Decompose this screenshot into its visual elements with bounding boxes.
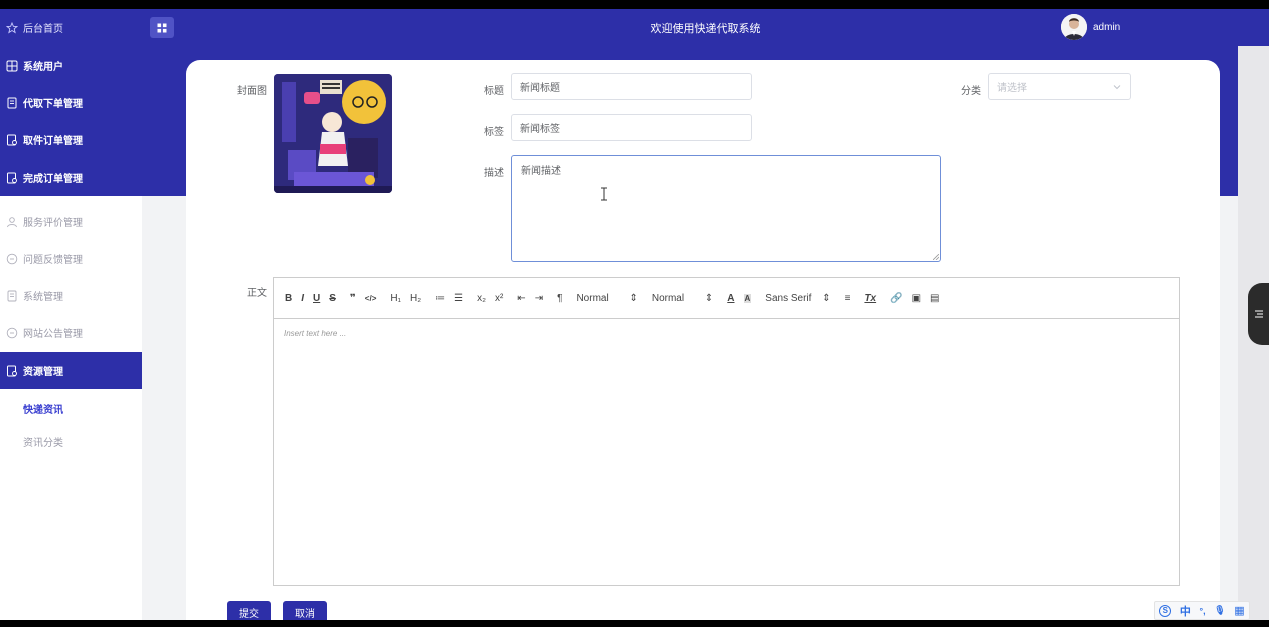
- order-icon: [6, 134, 18, 146]
- sidebar-item-label: 网站公告管理: [23, 329, 83, 340]
- ime-lang-toggle[interactable]: 中: [1180, 603, 1191, 619]
- tag-label: 标签: [484, 127, 504, 138]
- sidebar-item-collect-orders[interactable]: 取件订单管理: [0, 121, 142, 158]
- sidebar-item-completed-orders[interactable]: 完成订单管理: [0, 159, 142, 196]
- sidebar-item-resources[interactable]: 资源管理: [0, 352, 142, 389]
- background-color-button[interactable]: A: [743, 293, 752, 303]
- font-select[interactable]: Sans Serif ⇕: [765, 293, 830, 304]
- align-button[interactable]: ≡: [845, 293, 851, 304]
- editor-placeholder: Insert text here ...: [284, 329, 347, 338]
- sidebar-item-label: 服务评价管理: [23, 218, 83, 229]
- body-label: 正文: [247, 288, 267, 299]
- order-icon: [6, 365, 18, 377]
- sidebar-item-label: 资源管理: [23, 367, 63, 378]
- sidebar-item-announcements[interactable]: 网站公告管理: [0, 314, 142, 351]
- ime-menu-icon[interactable]: ▦: [1234, 604, 1244, 617]
- italic-button[interactable]: I: [301, 293, 304, 304]
- sidebar-item-label: 问题反馈管理: [23, 255, 83, 266]
- ime-toolbar[interactable]: S 中 °, 🎙 ▦: [1154, 601, 1250, 620]
- header2-button[interactable]: H₂: [410, 293, 421, 304]
- outdent-button[interactable]: ⇤: [517, 293, 525, 304]
- title-input[interactable]: 新闻标题: [511, 73, 752, 100]
- grid-icon: [6, 60, 18, 72]
- updown-icon: ⇕: [822, 292, 831, 304]
- video-button[interactable]: ▤: [930, 293, 939, 304]
- link-button[interactable]: 🔗: [890, 293, 902, 304]
- floating-panel-handle[interactable]: [1248, 283, 1269, 345]
- font-color-button[interactable]: A: [727, 293, 734, 304]
- sidebar: 后台首页 系统用户 代取下单管理 取件订单管理 完成订单管理 服务评价管理 问题…: [0, 9, 142, 620]
- cover-illustration: [274, 74, 392, 193]
- star-icon: [6, 21, 18, 34]
- description-textarea[interactable]: 新闻描述: [511, 155, 941, 262]
- editor-toolbar: B I U S ❞ </> H₁ H₂ ≔ ☰ x₂ x² ⇤ ⇥ ¶ Norm…: [274, 278, 1179, 319]
- bullet-list-button[interactable]: ☰: [454, 293, 463, 304]
- chat-icon: [6, 327, 18, 339]
- chevron-down-icon: [1113, 84, 1121, 89]
- image-button[interactable]: ▣: [912, 293, 921, 304]
- chat-icon: [6, 253, 18, 265]
- ime-punctuation-icon[interactable]: °,: [1200, 606, 1206, 616]
- document-icon: [6, 290, 18, 302]
- sidebar-item-label: 后台首页: [23, 24, 63, 35]
- category-label: 分类: [961, 86, 981, 97]
- cover-image[interactable]: [274, 74, 392, 193]
- document-icon: [6, 97, 18, 109]
- ordered-list-button[interactable]: ≔: [435, 293, 445, 304]
- sidebar-item-service-reviews[interactable]: 服务评价管理: [0, 203, 142, 240]
- title-label: 标题: [484, 86, 504, 97]
- strike-button[interactable]: S: [329, 293, 336, 304]
- header1-button[interactable]: H₁: [390, 293, 401, 304]
- text-cursor-icon: [600, 187, 608, 204]
- subscript-button[interactable]: x₂: [477, 293, 486, 304]
- sidebar-item-home[interactable]: 后台首页: [0, 9, 142, 46]
- sidebar-item-label: 代取下单管理: [23, 99, 83, 110]
- ime-voice-icon[interactable]: 🎙: [1214, 605, 1225, 616]
- username[interactable]: admin: [1093, 22, 1120, 33]
- category-placeholder: 请选择: [997, 83, 1027, 94]
- updown-icon: ⇕: [704, 292, 714, 304]
- direction-button[interactable]: ¶: [557, 293, 562, 304]
- user-icon: [6, 216, 18, 228]
- sidebar-item-pickup-orders[interactable]: 代取下单管理: [0, 84, 142, 121]
- updown-icon: ⇕: [629, 292, 638, 304]
- list-collapse-icon: [1254, 310, 1263, 318]
- font-select-value: Sans Serif: [765, 292, 812, 304]
- order-icon: [6, 172, 18, 184]
- resize-handle-icon: [933, 254, 939, 260]
- sidebar-item-feedback[interactable]: 问题反馈管理: [0, 240, 142, 277]
- sidebar-item-system-users[interactable]: 系统用户: [0, 47, 142, 84]
- window-bottom-edge: [0, 620, 1269, 627]
- code-block-button[interactable]: </>: [365, 294, 377, 303]
- avatar[interactable]: [1061, 14, 1087, 40]
- header-select[interactable]: Normal ⇕: [652, 293, 713, 304]
- category-select[interactable]: 请选择: [988, 73, 1131, 100]
- underline-button[interactable]: U: [313, 293, 320, 304]
- window-top-edge: [0, 0, 1269, 9]
- header-select-value: Normal: [651, 292, 685, 304]
- sidebar-subitem-express-news[interactable]: 快递资讯: [23, 401, 63, 416]
- size-select-value: Normal: [576, 292, 609, 304]
- description-text: 新闻描述: [521, 166, 561, 177]
- ime-logo-icon[interactable]: S: [1159, 604, 1172, 617]
- sidebar-item-label: 系统用户: [23, 62, 63, 73]
- superscript-button[interactable]: x²: [495, 293, 503, 304]
- clean-format-button[interactable]: Tx: [864, 293, 876, 304]
- tag-input[interactable]: 新闻标签: [511, 114, 752, 141]
- cover-label: 封面图: [237, 86, 267, 97]
- bold-button[interactable]: B: [285, 293, 292, 304]
- top-header: 欢迎使用快递代取系统 admin: [142, 9, 1269, 46]
- sidebar-subitem-news-category[interactable]: 资讯分类: [23, 434, 63, 449]
- sidebar-item-label: 完成订单管理: [23, 174, 83, 185]
- sidebar-item-label: 取件订单管理: [23, 136, 83, 147]
- rich-text-editor[interactable]: B I U S ❞ </> H₁ H₂ ≔ ☰ x₂ x² ⇤ ⇥ ¶ Norm…: [273, 277, 1180, 586]
- sidebar-item-label: 系统管理: [23, 292, 63, 303]
- blockquote-button[interactable]: ❞: [350, 293, 356, 304]
- news-form-card: 封面图 标题 新闻标题 标签 新闻标签 描述 新闻描述 分类 请选择 正文 B …: [186, 60, 1220, 623]
- description-label: 描述: [484, 168, 504, 179]
- indent-button[interactable]: ⇥: [535, 293, 543, 304]
- user-avatar-icon: [1061, 14, 1087, 40]
- size-select[interactable]: Normal ⇕: [576, 293, 637, 304]
- sidebar-item-system-manage[interactable]: 系统管理: [0, 277, 142, 314]
